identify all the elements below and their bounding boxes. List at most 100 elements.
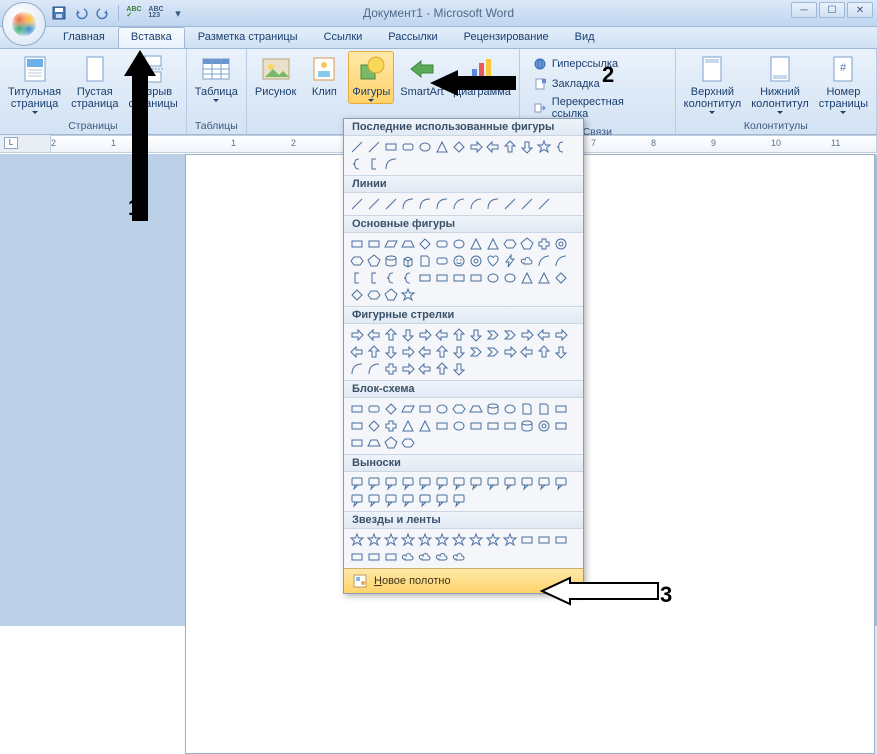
shape-item[interactable]: [519, 344, 535, 360]
redo-icon[interactable]: [94, 4, 112, 22]
shape-item[interactable]: [383, 361, 399, 377]
shape-item[interactable]: [536, 253, 552, 269]
shape-item[interactable]: [553, 236, 569, 252]
shape-item[interactable]: [451, 327, 467, 343]
shape-item[interactable]: [519, 196, 535, 212]
shape-item[interactable]: [349, 532, 365, 548]
shape-item[interactable]: [485, 418, 501, 434]
shape-item[interactable]: [366, 236, 382, 252]
undo-icon[interactable]: [72, 4, 90, 22]
shape-item[interactable]: [434, 418, 450, 434]
shape-item[interactable]: [536, 532, 552, 548]
shape-item[interactable]: [434, 361, 450, 377]
shape-item[interactable]: [553, 344, 569, 360]
shape-item[interactable]: [451, 401, 467, 417]
shape-item[interactable]: [349, 344, 365, 360]
shape-item[interactable]: [451, 492, 467, 508]
shape-item[interactable]: [383, 475, 399, 491]
shape-item[interactable]: [451, 196, 467, 212]
shape-item[interactable]: [502, 236, 518, 252]
shape-item[interactable]: [366, 287, 382, 303]
close-button[interactable]: ✕: [847, 2, 873, 18]
shape-item[interactable]: [468, 253, 484, 269]
shape-item[interactable]: [349, 287, 365, 303]
shape-item[interactable]: [468, 236, 484, 252]
shape-item[interactable]: [417, 196, 433, 212]
shape-item[interactable]: [349, 549, 365, 565]
shape-item[interactable]: [502, 475, 518, 491]
shape-item[interactable]: [400, 492, 416, 508]
shape-item[interactable]: [349, 492, 365, 508]
shape-item[interactable]: [400, 418, 416, 434]
clipart-button[interactable]: Клип: [302, 51, 346, 100]
shape-item[interactable]: [366, 475, 382, 491]
shape-item[interactable]: [349, 435, 365, 451]
shape-item[interactable]: [519, 270, 535, 286]
shape-item[interactable]: [349, 139, 365, 155]
shape-item[interactable]: [468, 401, 484, 417]
shape-item[interactable]: [417, 532, 433, 548]
shape-item[interactable]: [502, 344, 518, 360]
shape-item[interactable]: [400, 327, 416, 343]
shape-item[interactable]: [519, 253, 535, 269]
shape-item[interactable]: [451, 532, 467, 548]
tab-references[interactable]: Ссылки: [311, 27, 376, 48]
shape-item[interactable]: [383, 236, 399, 252]
shape-item[interactable]: [434, 344, 450, 360]
table-button[interactable]: Таблица: [191, 51, 242, 104]
save-icon[interactable]: [50, 4, 68, 22]
shape-item[interactable]: [417, 418, 433, 434]
shape-item[interactable]: [383, 401, 399, 417]
shape-item[interactable]: [485, 253, 501, 269]
shape-item[interactable]: [536, 196, 552, 212]
shape-item[interactable]: [502, 196, 518, 212]
shape-item[interactable]: [502, 327, 518, 343]
shape-item[interactable]: [451, 549, 467, 565]
shape-item[interactable]: [451, 344, 467, 360]
new-canvas-button[interactable]: Новое полотно: [344, 568, 583, 593]
shape-item[interactable]: [383, 344, 399, 360]
shape-item[interactable]: [502, 270, 518, 286]
shape-item[interactable]: [434, 196, 450, 212]
shape-item[interactable]: [366, 196, 382, 212]
shape-item[interactable]: [383, 532, 399, 548]
shape-item[interactable]: [383, 139, 399, 155]
shape-item[interactable]: [349, 401, 365, 417]
smartart-button[interactable]: SmartArt: [396, 51, 447, 100]
shape-item[interactable]: [400, 344, 416, 360]
shape-item[interactable]: [536, 344, 552, 360]
shape-item[interactable]: [553, 327, 569, 343]
shape-item[interactable]: [400, 532, 416, 548]
shape-item[interactable]: [366, 156, 382, 172]
shape-item[interactable]: [417, 549, 433, 565]
tab-home[interactable]: Главная: [50, 27, 118, 48]
shape-item[interactable]: [451, 139, 467, 155]
shape-item[interactable]: [434, 492, 450, 508]
shape-item[interactable]: [349, 327, 365, 343]
shape-item[interactable]: [383, 327, 399, 343]
shape-item[interactable]: [468, 196, 484, 212]
shape-item[interactable]: [451, 361, 467, 377]
shape-item[interactable]: [417, 361, 433, 377]
shape-item[interactable]: [519, 532, 535, 548]
shape-item[interactable]: [553, 139, 569, 155]
shape-item[interactable]: [485, 327, 501, 343]
shape-item[interactable]: [485, 236, 501, 252]
shape-item[interactable]: [400, 236, 416, 252]
shape-item[interactable]: [383, 253, 399, 269]
chart-button[interactable]: Диаграмма: [450, 51, 515, 100]
shape-item[interactable]: [434, 236, 450, 252]
tab-view[interactable]: Вид: [562, 27, 608, 48]
qat-customize-icon[interactable]: ▾: [169, 4, 187, 22]
shape-item[interactable]: [536, 327, 552, 343]
shape-item[interactable]: [400, 549, 416, 565]
shape-item[interactable]: [434, 139, 450, 155]
shape-item[interactable]: [349, 475, 365, 491]
tab-review[interactable]: Рецензирование: [451, 27, 562, 48]
shape-item[interactable]: [468, 344, 484, 360]
shape-item[interactable]: [400, 401, 416, 417]
shape-item[interactable]: [553, 532, 569, 548]
picture-button[interactable]: Рисунок: [251, 51, 301, 100]
shape-item[interactable]: [553, 418, 569, 434]
shape-item[interactable]: [349, 270, 365, 286]
